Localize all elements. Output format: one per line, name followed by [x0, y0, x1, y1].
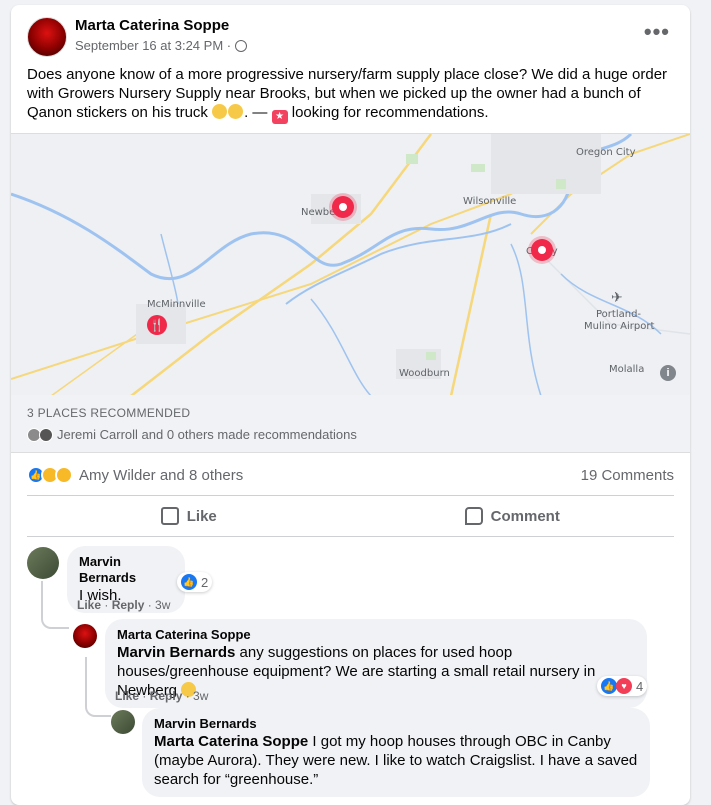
post-card: Marta Caterina Soppe September 16 at 3:2… [11, 5, 690, 805]
post-actions: Like Comment [27, 499, 674, 533]
worried-emoji-icon [228, 104, 244, 119]
author-avatar[interactable] [27, 17, 67, 57]
comment-reactions[interactable]: 👍 ♥ 4 [597, 676, 648, 696]
sad-reaction-icon [55, 466, 73, 484]
love-reaction-icon: ♥ [616, 678, 632, 694]
like-label: Like [186, 507, 217, 525]
divider [27, 536, 674, 537]
commenter-name[interactable]: Marta Caterina Soppe [117, 627, 635, 643]
like-button[interactable]: Like [27, 499, 351, 533]
like-reaction-icon: 👍 [181, 574, 197, 590]
comment-text: Marta Caterina Soppe I got my hoop house… [154, 732, 638, 789]
map-label-woodburn: Woodburn [399, 368, 450, 379]
comment-button[interactable]: Comment [351, 499, 675, 533]
map-graphic [11, 134, 690, 395]
recommenders-line[interactable]: Jeremi Carroll and 0 others made recomme… [27, 427, 357, 442]
thread-connector [41, 605, 69, 629]
map-label-mulino-airport: Mulino Airport [584, 321, 655, 332]
comment-reactions[interactable]: 👍 2 [177, 572, 213, 592]
reaction-icons: 👍 [27, 466, 73, 484]
map-label-portland: Portland- [596, 309, 642, 320]
recommenders-text: Jeremi Carroll and 0 others made recomme… [57, 427, 357, 442]
divider [27, 495, 674, 496]
post-header: Marta Caterina Soppe September 16 at 3:2… [11, 5, 690, 61]
map-label-mcminnville: McMinnville [147, 299, 206, 310]
places-count: 3 PLACES RECOMMENDED [27, 406, 191, 420]
post-text-2: . — [244, 104, 272, 121]
comments-count[interactable]: 19 Comments [581, 467, 674, 484]
comment-age[interactable]: 3w [155, 598, 170, 612]
airport-icon: ✈ [611, 290, 623, 306]
comment-icon [464, 507, 483, 525]
comment-actions: Like · Reply · 3w [77, 598, 171, 612]
thumbs-up-icon [160, 507, 179, 525]
comment-like-link[interactable]: Like [115, 689, 139, 703]
map-pin-newberg[interactable] [332, 196, 354, 218]
author-name[interactable]: Marta Caterina Soppe [75, 17, 229, 34]
comment-reply-link[interactable]: Reply [112, 598, 145, 612]
thread-line [85, 657, 87, 697]
reaction-count: 2 [201, 574, 209, 590]
like-reaction-icon: 👍 [601, 678, 617, 694]
commenter-name[interactable]: Marvin Bernards [79, 554, 173, 586]
map-label-oregon-city: Oregon City [576, 147, 636, 158]
map-label-molalla: Molalla [609, 364, 645, 375]
commenter-avatar[interactable] [27, 547, 59, 579]
restaurant-pin-icon[interactable]: 🍴 [147, 315, 167, 335]
reaction-count: 4 [636, 678, 644, 694]
recommender-avatar [39, 427, 53, 442]
mention-link[interactable]: Marta Caterina Soppe [154, 733, 308, 750]
commenter-avatar[interactable] [73, 624, 97, 648]
recommendation-flag-icon: ★ [271, 110, 288, 124]
comment-age[interactable]: 3w [193, 689, 208, 703]
comment-reply-link[interactable]: Reply [150, 689, 183, 703]
map-label-wilsonville: Wilsonville [463, 196, 517, 207]
comment-bubble: Marvin Bernards Marta Caterina Soppe I g… [142, 708, 650, 797]
more-options-icon[interactable]: ••• [644, 21, 670, 43]
mention-link[interactable]: Marvin Bernards [117, 644, 235, 661]
post-body: Does anyone know of a more progressive n… [27, 65, 677, 124]
commenter-avatar[interactable] [111, 710, 135, 734]
post-stats: 👍 Amy Wilder and 8 others 19 Comments [27, 463, 674, 487]
commenter-name[interactable]: Marvin Bernards [154, 716, 638, 732]
grimace-emoji-icon [212, 104, 228, 119]
post-timestamp[interactable]: September 16 at 3:24 PM · [75, 38, 231, 53]
reactors-text: Amy Wilder and 8 others [79, 466, 244, 484]
post-text-3: looking for recommendations. [287, 104, 489, 121]
recommendations-summary[interactable]: 3 PLACES RECOMMENDED Jeremi Carroll and … [11, 395, 690, 453]
globe-icon [235, 39, 248, 52]
comment-actions: Like · Reply · 3w [115, 689, 209, 703]
map-info-icon[interactable]: i [660, 365, 676, 381]
post-meta: September 16 at 3:24 PM · [75, 38, 248, 53]
comment-like-link[interactable]: Like [77, 598, 101, 612]
reaction-summary[interactable]: 👍 Amy Wilder and 8 others [27, 466, 243, 484]
map-pin-canby[interactable] [531, 239, 553, 261]
recommendations-map[interactable]: Oregon City Wilsonville Newberg Canby Mc… [11, 133, 690, 395]
comment-label: Comment [490, 507, 560, 525]
